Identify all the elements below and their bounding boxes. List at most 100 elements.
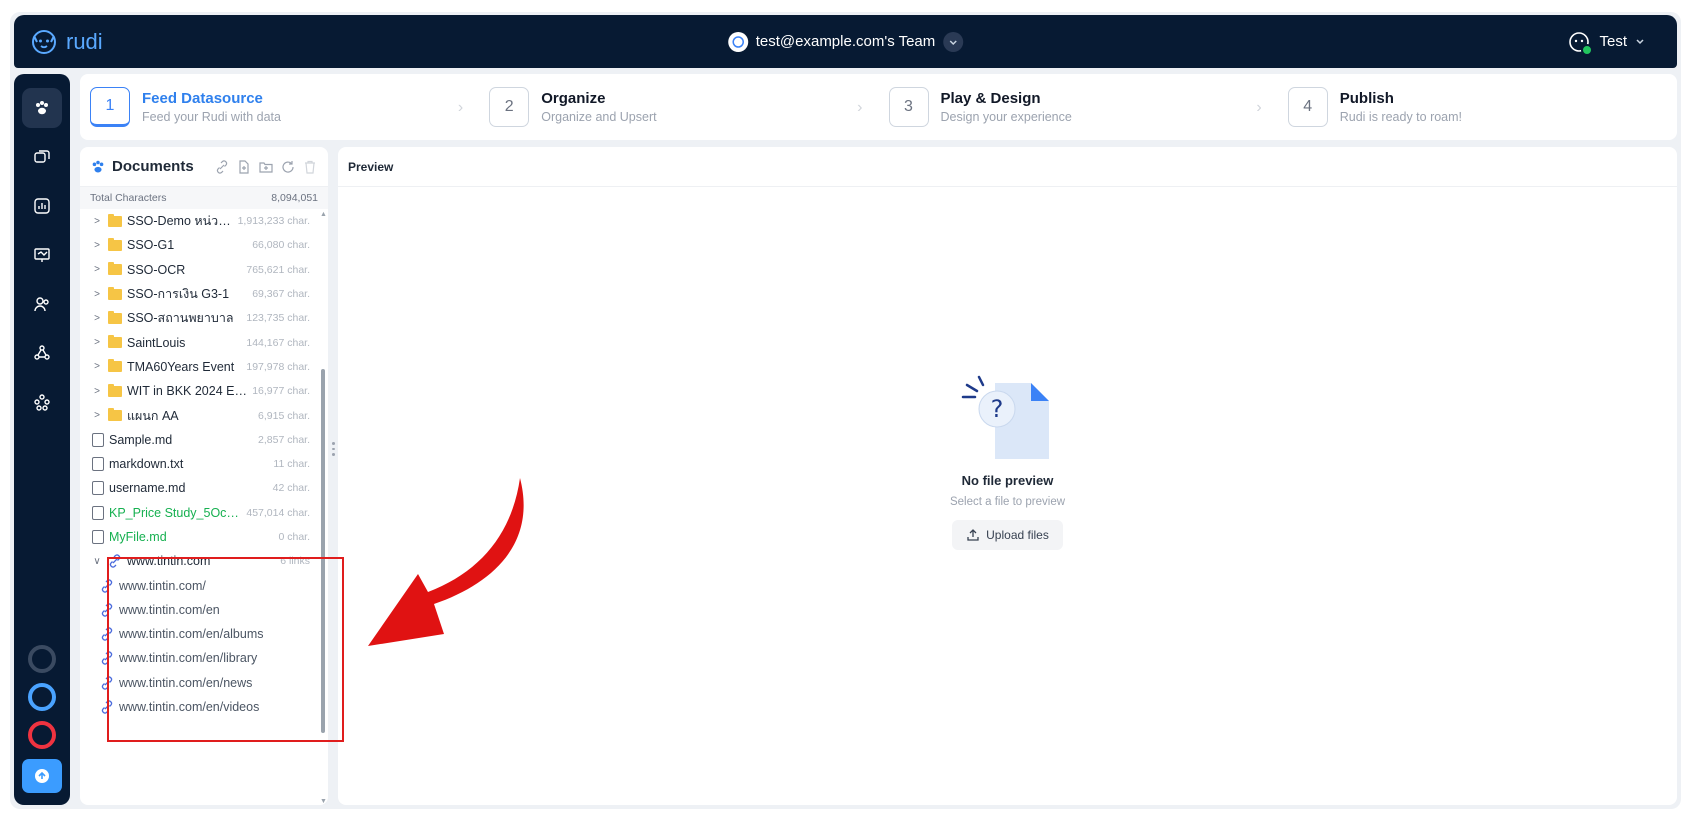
folder-item[interactable]: > SSO-OCR 765,621 char. <box>80 258 316 282</box>
nav-analytics[interactable] <box>22 186 62 226</box>
folder-icon <box>108 408 122 422</box>
chevron-right-icon[interactable]: > <box>90 386 104 397</box>
file-icon <box>92 505 104 520</box>
folder-icon <box>108 335 122 349</box>
folder-item[interactable]: > SSO-G1 66,080 char. <box>80 233 316 257</box>
chevron-right-icon: › <box>1256 99 1262 116</box>
chevron-right-icon[interactable]: > <box>90 240 104 251</box>
step-organize[interactable]: 2 Organize Organize and Upsert › <box>479 87 878 127</box>
integrations-icon <box>34 345 50 360</box>
folder-item[interactable]: > SaintLouis 144,167 char. <box>80 330 316 354</box>
nav-chat[interactable] <box>22 137 62 177</box>
usage-ring-icon[interactable] <box>28 645 56 673</box>
preview-title: Preview <box>338 147 1677 187</box>
file-item[interactable]: MyFile.md 0 char. <box>80 525 316 549</box>
nav-integrations[interactable] <box>22 333 62 373</box>
link-item[interactable]: www.tintin.com/en/videos <box>80 695 316 719</box>
file-item[interactable]: username.md 42 char. <box>80 476 316 500</box>
step-subtitle: Design your experience <box>940 110 1072 124</box>
chevron-right-icon[interactable]: > <box>90 216 104 227</box>
arrow-up-icon <box>35 769 49 783</box>
user-name: Test <box>1599 33 1627 50</box>
add-folder-icon[interactable] <box>258 159 274 175</box>
documents-actions <box>214 159 318 175</box>
brand-logo[interactable]: rudi <box>30 28 103 56</box>
scroll-down-icon[interactable]: ▼ <box>320 798 327 805</box>
add-link-icon[interactable] <box>214 159 230 175</box>
total-value: 8,094,051 <box>271 192 318 204</box>
step-number: 3 <box>888 87 929 127</box>
scrollbar-thumb[interactable] <box>321 369 325 733</box>
link-item[interactable]: www.tintin.com/en/library <box>80 646 316 670</box>
link-icon <box>101 700 113 714</box>
wizard-steps: 1 Feed Datasource Feed your Rudi with dat… <box>80 74 1677 140</box>
folder-icon <box>108 262 122 276</box>
upload-nav-button[interactable] <box>22 759 62 793</box>
chevron-down-icon[interactable] <box>1635 33 1645 50</box>
user-menu[interactable]: Test <box>1567 30 1645 56</box>
folder-item[interactable]: > WIT in BKK 2024 Ev... 16,977 char. <box>80 379 316 403</box>
step-title: Play & Design <box>940 90 1041 107</box>
folder-item[interactable]: > แผนก AA 6,915 char. <box>80 403 316 427</box>
chevron-right-icon[interactable]: > <box>90 313 104 324</box>
link-icon <box>109 554 121 568</box>
refresh-icon[interactable] <box>280 159 296 175</box>
preview-panel: Preview ? No file preview Select a file … <box>338 147 1677 805</box>
link-item[interactable]: www.tintin.com/ <box>80 573 316 597</box>
folder-item[interactable]: > SSO-Demo หน่วย ... 1,913,233 char. <box>80 209 316 233</box>
user-avatar-icon <box>1567 30 1594 56</box>
link-icon <box>101 627 113 641</box>
team-switcher[interactable]: test@example.com's Team <box>727 31 964 52</box>
step-number: 4 <box>1287 87 1328 127</box>
empty-preview: ? No file preview Select a file to previ… <box>338 375 1677 550</box>
alert-ring-icon[interactable] <box>28 721 56 749</box>
nav-paw[interactable] <box>22 88 62 128</box>
chevron-right-icon[interactable]: > <box>90 410 104 421</box>
chevron-down-icon[interactable] <box>943 31 964 52</box>
file-item[interactable]: KP_Price Study_5Oct2... 457,014 char. <box>80 501 316 525</box>
folder-item[interactable]: > TMA60Years Event 197,978 char. <box>80 355 316 379</box>
progress-ring-icon[interactable] <box>28 683 56 711</box>
step-number: 1 <box>90 87 130 127</box>
chevron-right-icon[interactable]: > <box>90 289 104 300</box>
folder-icon <box>108 359 122 373</box>
file-icon <box>92 457 104 472</box>
link-item[interactable]: www.tintin.com/en <box>80 598 316 622</box>
documents-title: Documents <box>112 158 194 175</box>
scroll-up-icon[interactable]: ▲ <box>320 211 327 218</box>
chevron-right-icon[interactable]: > <box>90 361 104 372</box>
step-play-design[interactable]: 3 Play & Design Design your experience › <box>879 87 1278 127</box>
link-icon <box>101 651 113 666</box>
chevron-right-icon[interactable]: > <box>90 264 104 275</box>
documents-header: Documents <box>80 147 328 187</box>
file-item[interactable]: markdown.txt 11 char. <box>80 452 316 476</box>
step-publish[interactable]: 4 Publish Rudi is ready to roam! <box>1278 87 1677 127</box>
website-item[interactable]: ∨ www.tintin.com 6 links <box>80 549 316 573</box>
file-icon <box>92 481 104 496</box>
file-icon <box>92 432 104 447</box>
upload-files-label: Upload files <box>986 528 1049 542</box>
empty-subtitle: Select a file to preview <box>949 496 1066 508</box>
chevron-down-icon[interactable]: ∨ <box>90 556 104 567</box>
nav-users[interactable] <box>22 284 62 324</box>
trash-icon[interactable] <box>302 159 318 175</box>
link-item[interactable]: www.tintin.com/en/news <box>80 671 316 695</box>
panel-resize-handle[interactable] <box>331 442 335 457</box>
folder-item[interactable]: > SSO-สถานพยาบาล 123,735 char. <box>80 306 316 330</box>
nav-team[interactable] <box>22 382 62 422</box>
svg-text:?: ? <box>990 395 1003 423</box>
nav-presentation[interactable] <box>22 235 62 275</box>
step-feed-datasource[interactable]: 1 Feed Datasource Feed your Rudi with dat… <box>80 87 479 127</box>
upload-files-button[interactable]: Upload files <box>952 520 1063 550</box>
folder-icon <box>108 383 122 397</box>
file-item[interactable]: Sample.md 2,857 char. <box>80 428 316 452</box>
link-item[interactable]: www.tintin.com/en/albums <box>80 622 316 646</box>
folder-item[interactable]: > SSO-การเงิน G3-1 69,367 char. <box>80 282 316 306</box>
step-title: Publish <box>1339 90 1394 107</box>
chevron-right-icon[interactable]: > <box>90 337 104 348</box>
folder-icon <box>108 213 122 227</box>
file-icon <box>92 530 104 544</box>
documents-scrollbar[interactable]: ▲ ▼ <box>320 211 327 805</box>
team-name: test@example.com's Team <box>755 33 936 50</box>
add-file-icon[interactable] <box>236 159 252 175</box>
